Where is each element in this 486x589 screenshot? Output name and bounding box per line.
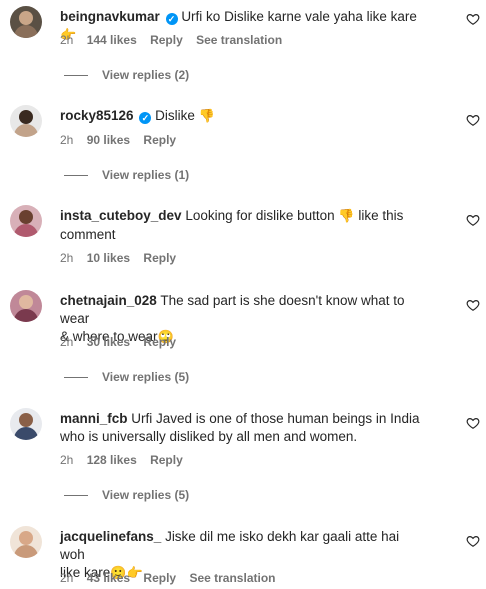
- likes-count[interactable]: 128 likes: [87, 453, 137, 467]
- username[interactable]: chetnajain_028: [60, 293, 157, 308]
- view-replies-button[interactable]: View replies (5): [64, 369, 189, 385]
- reply-button[interactable]: Reply: [143, 133, 176, 147]
- comment-body: Looking for dislike button: [185, 208, 335, 223]
- reply-button[interactable]: Reply: [150, 453, 183, 467]
- reply-button[interactable]: Reply: [143, 335, 176, 349]
- like-heart-icon[interactable]: [466, 298, 480, 312]
- verified-badge-icon: ✓: [165, 13, 178, 25]
- divider: [64, 175, 88, 177]
- timestamp: 2h: [60, 33, 74, 47]
- divider: [64, 75, 88, 77]
- likes-count[interactable]: 90 likes: [87, 133, 130, 147]
- view-replies-label: View replies (1): [102, 168, 190, 182]
- username[interactable]: rocky85126: [60, 108, 134, 123]
- comment-meta: 2h 90 likes Reply: [60, 132, 186, 148]
- reply-button[interactable]: Reply: [143, 251, 176, 265]
- comment-text: manni_fcb Urfi Javed is one of those hum…: [60, 410, 420, 446]
- reply-button[interactable]: Reply: [150, 33, 183, 47]
- like-heart-icon[interactable]: [466, 534, 480, 548]
- avatar[interactable]: [10, 526, 42, 558]
- avatar[interactable]: [10, 105, 42, 137]
- thumbs-down-icon: 👎: [198, 109, 215, 124]
- timestamp: 2h: [60, 571, 74, 585]
- view-replies-label: View replies (5): [102, 488, 190, 502]
- timestamp: 2h: [60, 251, 74, 265]
- comment-body: Dislike: [155, 108, 195, 123]
- comment-meta: 2h 128 likes Reply: [60, 452, 193, 468]
- view-replies-button[interactable]: View replies (5): [64, 487, 189, 503]
- comment-text: insta_cuteboy_dev Looking for dislike bu…: [60, 207, 420, 244]
- comment-body-line2: who is universally disliked by all men a…: [60, 429, 358, 444]
- timestamp: 2h: [60, 453, 74, 467]
- comment-meta: 2h 43 likes Reply See translation: [60, 570, 285, 586]
- divider: [64, 495, 88, 497]
- like-heart-icon[interactable]: [466, 12, 480, 26]
- reply-button[interactable]: Reply: [143, 571, 176, 585]
- comment-body-end: like this: [358, 208, 404, 223]
- comment-meta: 2h 10 likes Reply: [60, 250, 186, 266]
- likes-count[interactable]: 30 likes: [87, 335, 130, 349]
- like-heart-icon[interactable]: [466, 213, 480, 227]
- see-translation-link[interactable]: See translation: [196, 33, 282, 47]
- comment-body-line2: comment: [60, 227, 116, 242]
- comment-body: Urfi Javed is one of those human beings …: [131, 411, 420, 426]
- comment-meta: 2h 30 likes Reply: [60, 334, 186, 350]
- thumbs-down-icon: 👎: [338, 209, 355, 224]
- username[interactable]: jacquelinefans_: [60, 529, 161, 544]
- see-translation-link[interactable]: See translation: [189, 571, 275, 585]
- comment-text: rocky85126 ✓ Dislike 👎: [60, 107, 420, 126]
- comment-meta: 2h 144 likes Reply See translation: [60, 32, 292, 48]
- likes-count[interactable]: 144 likes: [87, 33, 137, 47]
- verified-badge-icon: ✓: [139, 112, 152, 124]
- avatar[interactable]: [10, 205, 42, 237]
- likes-count[interactable]: 10 likes: [87, 251, 130, 265]
- avatar[interactable]: [10, 408, 42, 440]
- like-heart-icon[interactable]: [466, 113, 480, 127]
- view-replies-button[interactable]: View replies (2): [64, 67, 189, 83]
- avatar[interactable]: [10, 6, 42, 38]
- username[interactable]: manni_fcb: [60, 411, 128, 426]
- view-replies-label: View replies (5): [102, 370, 190, 384]
- view-replies-label: View replies (2): [102, 68, 190, 82]
- timestamp: 2h: [60, 335, 74, 349]
- comment-body: Urfi ko Dislike karne vale yaha like kar…: [181, 9, 417, 24]
- view-replies-button[interactable]: View replies (1): [64, 167, 189, 183]
- divider: [64, 377, 88, 379]
- likes-count[interactable]: 43 likes: [87, 571, 130, 585]
- timestamp: 2h: [60, 133, 74, 147]
- username[interactable]: insta_cuteboy_dev: [60, 208, 182, 223]
- username[interactable]: beingnavkumar: [60, 9, 160, 24]
- avatar[interactable]: [10, 290, 42, 322]
- like-heart-icon[interactable]: [466, 416, 480, 430]
